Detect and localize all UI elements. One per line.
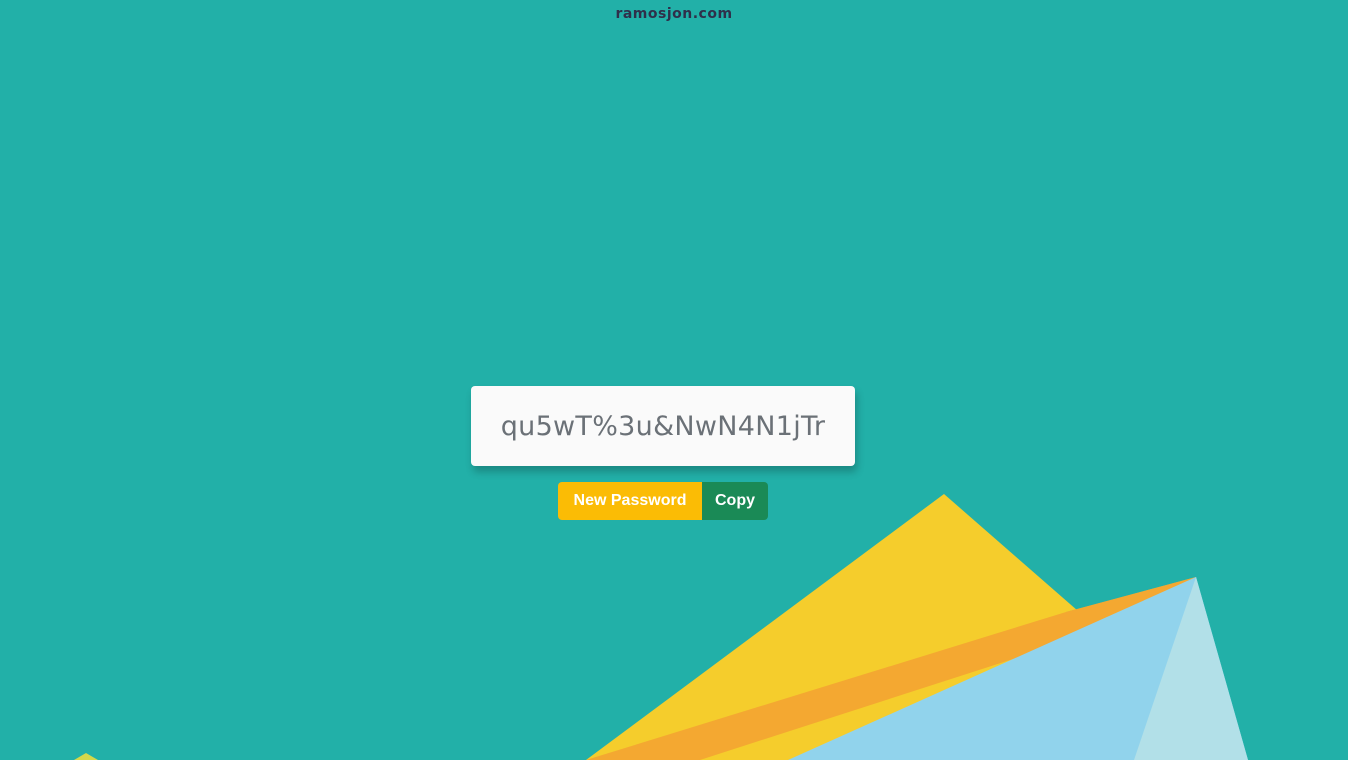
action-button-group: New Password Copy (558, 482, 768, 520)
copy-button[interactable]: Copy (702, 482, 768, 520)
new-password-button[interactable]: New Password (558, 482, 702, 520)
background-shapes (74, 494, 1248, 760)
password-display[interactable]: qu5wT%3u&NwN4N1jTr (471, 386, 855, 466)
password-text: qu5wT%3u&NwN4N1jTr (500, 410, 826, 442)
small-yellow-corner-shape (74, 753, 98, 760)
site-title[interactable]: ramosjon.com (0, 6, 1348, 22)
